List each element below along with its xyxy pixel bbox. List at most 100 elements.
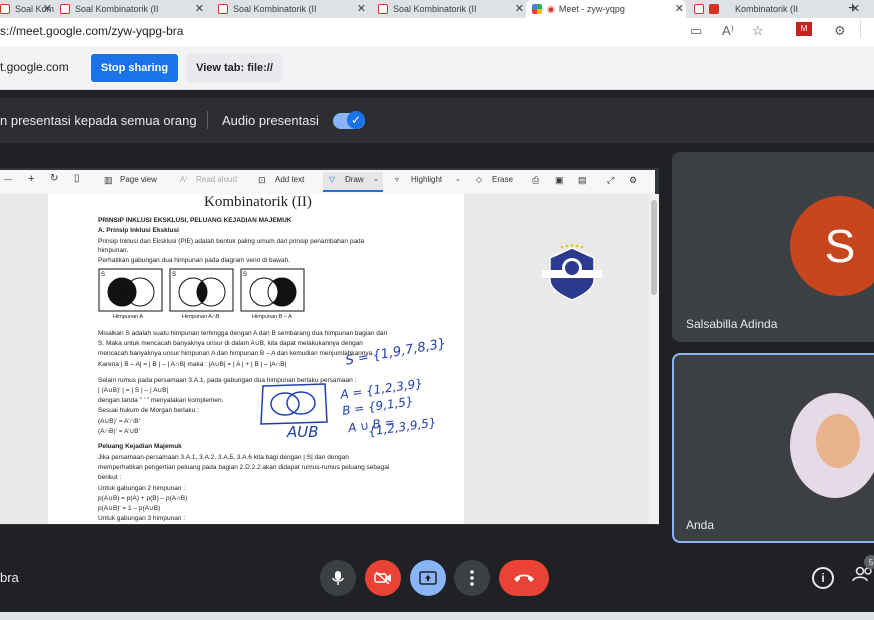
read-aloud-icon: A⁾ [180, 175, 188, 184]
venn-diagrams: S S S [98, 268, 305, 312]
section-heading: Peluang Kejadian Majemuk [98, 443, 182, 450]
paragraph-line: Sesuai hukum de Morgan berlaku : [98, 407, 199, 414]
view-tab-button[interactable]: View tab: file:// [186, 54, 283, 82]
browser-tab[interactable]: Soal Kombinatorik (II ✕ [56, 0, 206, 18]
venn-diagram-b-minus-a: S [240, 268, 305, 312]
present-now-button[interactable] [410, 560, 446, 596]
camera-off-button[interactable] [365, 560, 401, 596]
close-tab-icon[interactable]: ✕ [43, 2, 52, 15]
highlight-icon[interactable]: ▿ [395, 175, 399, 184]
camera-off-icon [374, 571, 391, 585]
paragraph-line: Karena | B – A| = | B | – | A∩B| maka : … [98, 361, 287, 368]
recording-dot-icon: ◉ [547, 3, 555, 14]
document-heading: PRINSIP INKLUSI EKSKLUSI, PELUANG KEJADI… [98, 217, 292, 224]
browser-tab[interactable]: Soal Kombinatorik (II ✕ [372, 0, 526, 18]
new-tab-icon[interactable]: + [848, 0, 857, 18]
zoom-in-icon[interactable]: + [28, 173, 34, 185]
pdf-icon [694, 4, 704, 14]
fit-page-icon[interactable]: ▯ [74, 173, 80, 184]
paragraph-line: p(A∪B) = p(A) + p(B) – p(A∩B) [98, 495, 188, 502]
handwriting-aub-label: AUB [287, 423, 319, 441]
save-as-icon[interactable]: ▤ [578, 175, 587, 186]
pdf-icon [0, 4, 10, 14]
svg-text:S: S [172, 272, 176, 278]
pdf-icon [378, 4, 388, 14]
eraser-icon[interactable]: ◇ [476, 175, 482, 184]
read-aloud-icon[interactable]: A⁾ [722, 23, 734, 39]
add-text-icon[interactable]: ⊡ [258, 175, 266, 186]
browser-tab[interactable]: Soal Kombinatorik (I)✕ [0, 0, 54, 18]
highlight-button[interactable]: Highlight [411, 175, 442, 184]
browser-tab[interactable]: Kombinatorik (II ✕ [688, 0, 862, 18]
rotate-icon[interactable]: ↻ [50, 173, 58, 184]
bookmark-star-icon[interactable]: ☆ [752, 23, 764, 39]
paragraph-line: Untuk gabungan 3 himpunan : [98, 515, 186, 522]
draw-icon[interactable]: ▽ [329, 175, 335, 184]
erase-button[interactable]: Erase [492, 175, 513, 184]
school-logo [542, 244, 602, 301]
paragraph-line: Jika persamaan-persamaan 3.A.1, 3.A.2, 3… [98, 454, 349, 461]
paragraph-line: Untuk gabungan 2 himpunan : [98, 485, 186, 492]
svg-text:S: S [101, 272, 105, 278]
extension-icon[interactable]: M [796, 22, 812, 36]
paragraph-line: Prinsip Inklusi dan Eksklusi (PIE) adala… [98, 238, 365, 245]
venn-caption: Himpunan A [113, 314, 143, 320]
paragraph-line: S. Maka untuk mencacah banyaknya unsur d… [98, 340, 363, 347]
url-text[interactable]: s://meet.google.com/zyw-yqpg-bra [0, 24, 183, 38]
more-vert-icon [470, 570, 474, 586]
puzzle-icon[interactable]: ⚙ [834, 23, 846, 39]
document-title: Kombinatorik (II) [204, 194, 312, 210]
chevron-down-icon[interactable]: ⌄ [373, 175, 379, 183]
divider [207, 111, 208, 129]
browser-tab[interactable]: Soal Kombinatorik (II ✕ [212, 0, 368, 18]
paragraph-line: Perhatikan gabungan dua himpunan pada di… [98, 257, 290, 264]
fullscreen-icon[interactable]: ⤢ [607, 175, 614, 186]
stop-sharing-button[interactable]: Stop sharing [91, 54, 178, 82]
microphone-button[interactable] [320, 560, 356, 596]
venn-caption: Himpunan B – A [252, 314, 292, 320]
print-icon[interactable]: ⎙ [532, 175, 539, 186]
paragraph-line: | (A∪B)' | = | S | – | A∪B| [98, 387, 169, 394]
hang-up-icon [514, 574, 534, 582]
close-tab-icon[interactable]: ✕ [357, 2, 366, 15]
meeting-info-button[interactable]: i [812, 567, 834, 589]
participant-video-face [816, 414, 860, 468]
close-tab-icon[interactable]: ✕ [515, 2, 524, 15]
settings-gear-icon[interactable]: ⚙ [629, 175, 637, 186]
paragraph-line: Misalkan S adalah suatu himpunan terhing… [98, 330, 388, 337]
read-aloud-button[interactable]: Read aloud [196, 175, 237, 184]
browser-tab-active[interactable]: ◉ Meet - zyw-yqpg ✕ [526, 0, 686, 18]
presentation-status-text: n presentasi kepada semua orang [0, 113, 197, 128]
paragraph-line: dengan tanda " ' " menyatakan komplemen. [98, 397, 224, 404]
microphone-icon [332, 571, 344, 585]
close-tab-icon[interactable]: ✕ [195, 2, 204, 15]
chevron-down-icon[interactable]: ⌄ [455, 175, 461, 183]
info-icon: i [821, 571, 825, 585]
venn-caption: Himpunan A∩B [182, 314, 220, 320]
save-icon[interactable]: ▣ [555, 175, 564, 186]
paragraph-line: (A∩B)' = A'∪B' [98, 428, 140, 435]
pdf-scroll-thumb[interactable] [651, 200, 657, 295]
check-icon[interactable]: ✓ [347, 111, 365, 129]
audio-presentation-label: Audio presentasi [222, 113, 319, 128]
venn-diagram-a: S [98, 268, 163, 312]
page-view-icon[interactable]: ▥ [104, 175, 113, 186]
camera-icon[interactable]: ▭ [690, 23, 702, 39]
sharing-site-text: t.google.com [0, 60, 69, 74]
svg-text:S: S [243, 272, 247, 278]
pdf-icon [218, 4, 228, 14]
zoom-out-icon[interactable]: — [4, 175, 12, 184]
pdf-icon [60, 4, 70, 14]
os-taskbar [0, 612, 874, 620]
page-view-button[interactable]: Page view [120, 175, 157, 184]
leave-call-button[interactable] [499, 560, 549, 596]
draw-button[interactable]: Draw [345, 175, 364, 184]
meeting-code: bra [0, 570, 19, 585]
close-tab-icon[interactable]: ✕ [675, 2, 684, 15]
more-options-button[interactable] [454, 560, 490, 596]
paragraph-line: berikut : [98, 474, 122, 481]
add-text-button[interactable]: Add text [275, 175, 304, 184]
meet-icon [532, 4, 542, 14]
paragraph-line: himpunan. [98, 247, 129, 254]
people-button[interactable] [852, 566, 874, 587]
